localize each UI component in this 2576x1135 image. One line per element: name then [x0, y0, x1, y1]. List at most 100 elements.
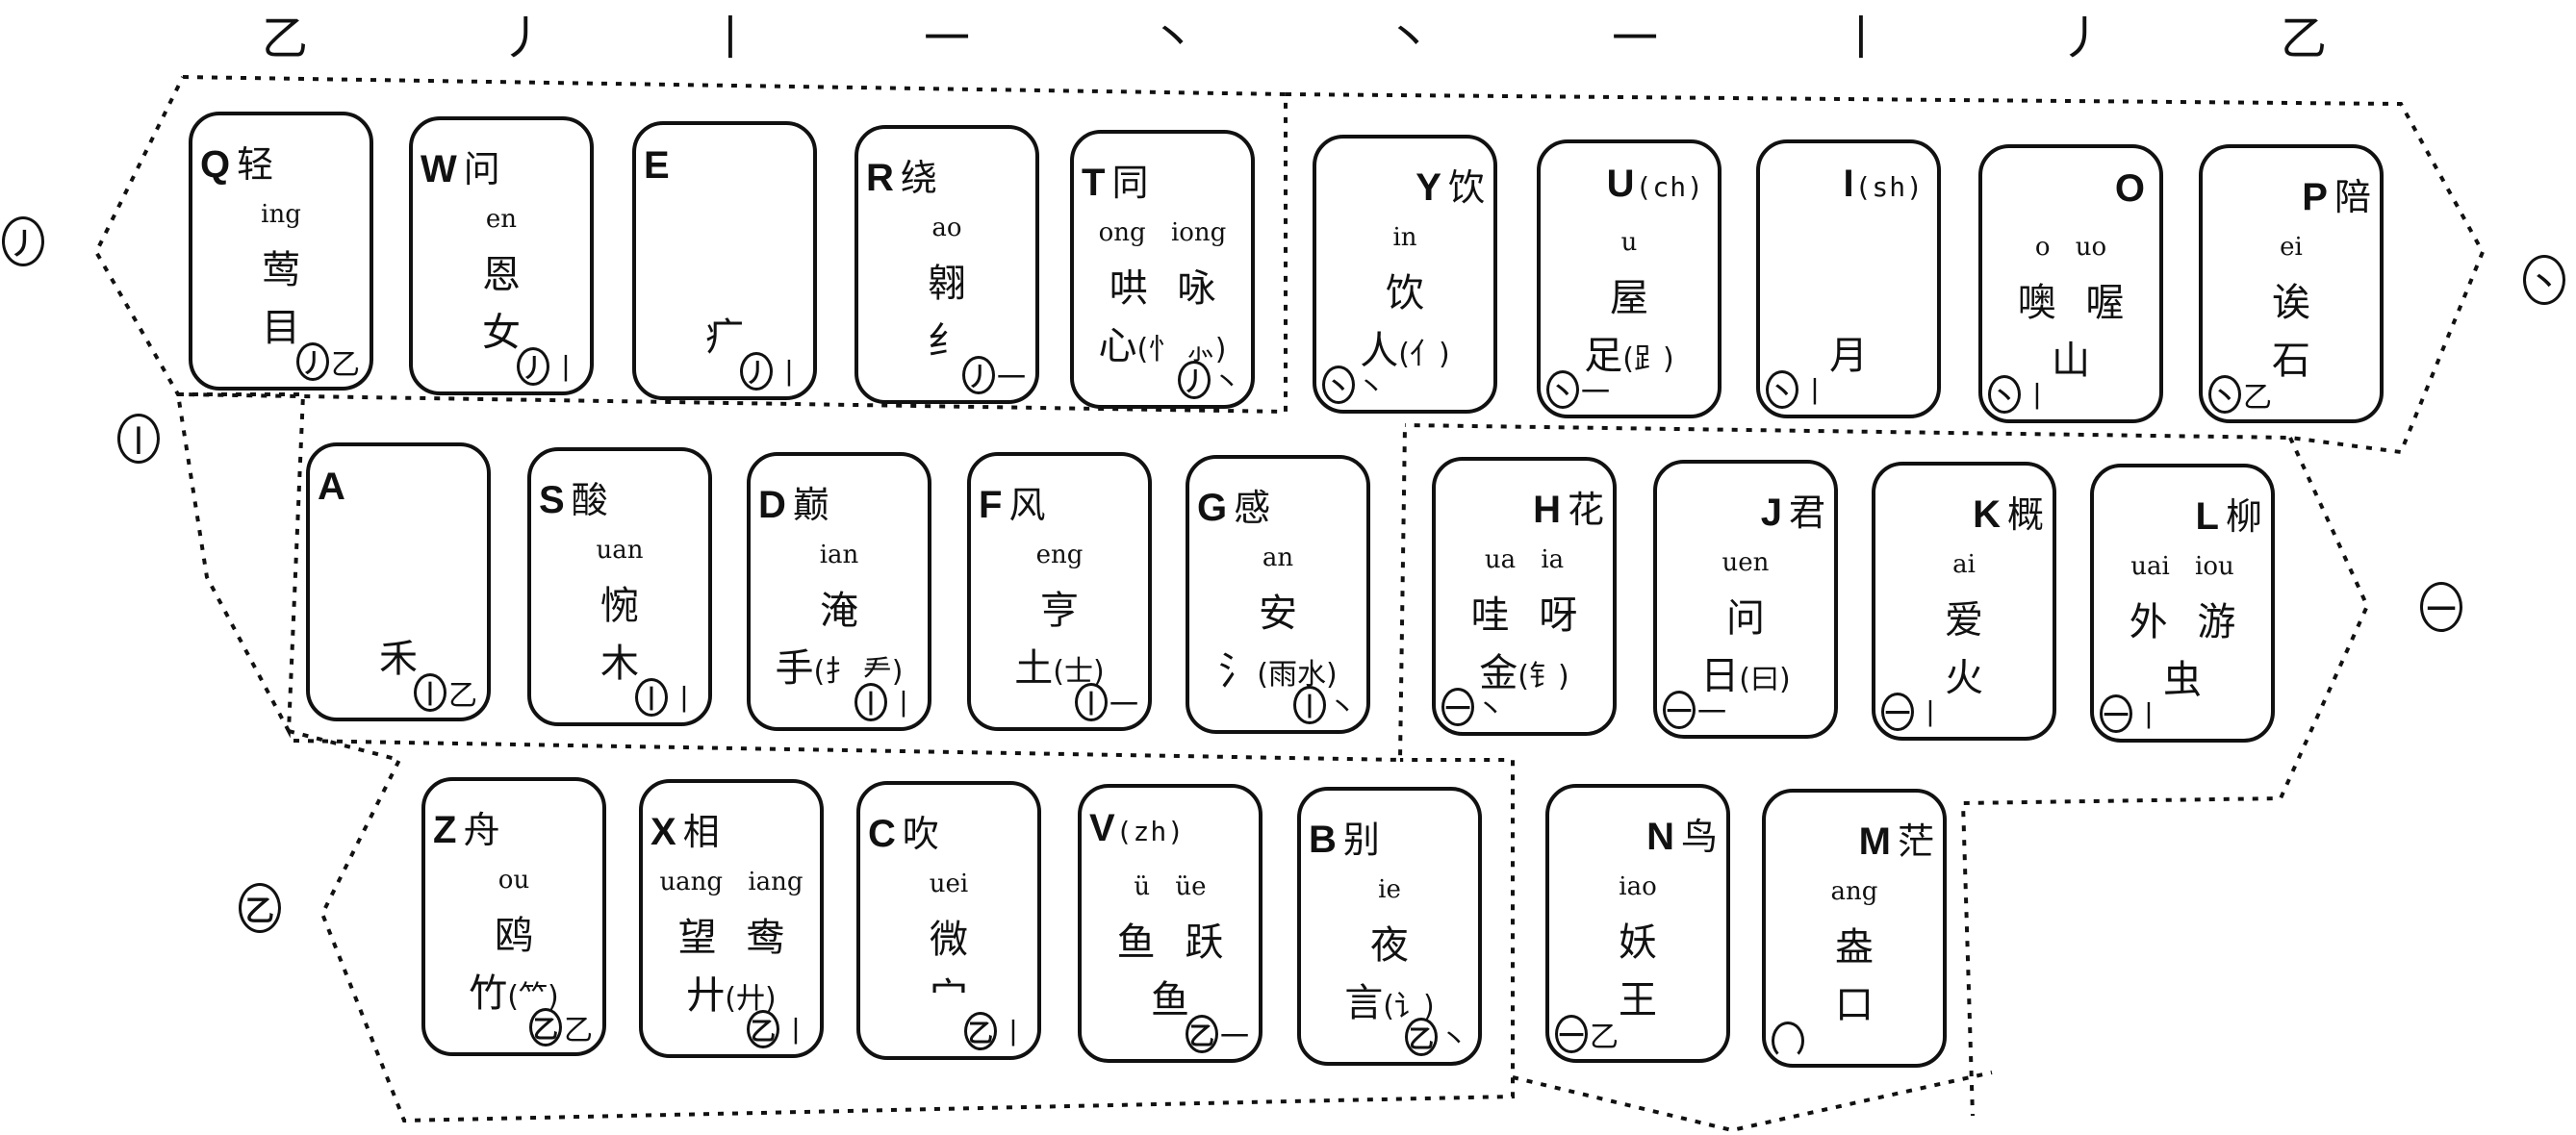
key-letter: V [1089, 807, 1116, 849]
key-radical-main: 竹 [469, 971, 508, 1016]
key-head: Q轻 [200, 135, 274, 188]
key-y[interactable]: Y饮 in 饮 人(亻) 丶丶 [1313, 135, 1497, 414]
shu-region-outline [176, 392, 306, 739]
key-mnemonic-hanzi: 风 [1008, 484, 1047, 526]
key-letter: P [2302, 176, 2329, 218]
key-mnemonic-hanzi: 舟 [463, 809, 501, 851]
key-letter: S [539, 479, 566, 521]
pie-region-label: 丿 [2, 216, 44, 266]
key-second-stroke: 丨 [1800, 376, 1829, 410]
key-stroke-code: 丨乙 [414, 671, 477, 714]
key-radical-main: 禾 [379, 637, 418, 681]
key-finals: u [1620, 228, 1638, 257]
shu-region-symbol: 丨 [124, 425, 153, 459]
key-stroke-code: 丨一 [1075, 681, 1138, 723]
key-l[interactable]: L柳 uai iou 外 游 虫 一丨 [2090, 464, 2275, 743]
stroke-circle-icon: 一 [1881, 693, 1914, 731]
key-letter: F [979, 484, 1004, 526]
key-example-chars: 望 鸯 [677, 916, 785, 960]
key-mnemonic-hanzi: 轻 [237, 143, 275, 186]
key-second-stroke: 丶 [1328, 692, 1357, 725]
key-letter: M [1858, 820, 1892, 863]
key-radical-main: 氵 [1218, 649, 1258, 694]
key-head: U(ch) [1607, 163, 1710, 206]
stroke-circle-icon: 乙 [1405, 1018, 1438, 1056]
key-n[interactable]: N鸟 iao 妖 王 一乙 [1545, 784, 1730, 1063]
key-c[interactable]: C吹 uei 微 宀 乙丨 [856, 781, 1041, 1060]
key-example-chars: 饮 [1386, 271, 1424, 315]
key-t[interactable]: T同 ong iong 哄 咏 心(忄 ⺗) 丿丶 [1070, 130, 1255, 409]
stroke-circle-icon: 丨 [1075, 683, 1108, 721]
key-example-chars: 妖 [1619, 921, 1657, 965]
key-second-stroke: 一 [1697, 696, 1726, 730]
key-d[interactable]: D巅 ian 淹 手(扌 龵) 丨丨 [747, 452, 931, 731]
key-stroke-code [1772, 1022, 1806, 1060]
key-mnemonic-hanzi: 别 [1342, 819, 1381, 861]
key-o[interactable]: O o uo 噢 喔 山 丶丨 [1978, 144, 2163, 423]
key-mnemonic-hanzi: 感 [1234, 487, 1272, 529]
key-j[interactable]: J君 uen 问 日(曰) 一一 [1653, 460, 1838, 739]
key-radical-main: 言 [1344, 981, 1384, 1025]
key-second-stroke: 丨 [889, 689, 918, 722]
key-x[interactable]: X相 uang iang 望 鸯 廾(廾) 乙丨 [639, 779, 824, 1058]
key-mnemonic-hanzi: 鸟 [1680, 816, 1719, 858]
key-stroke-code: 丨丶 [1293, 684, 1357, 726]
key-b[interactable]: B别 ie 夜 言(讠) 乙丶 [1297, 787, 1482, 1066]
key-r[interactable]: R绕 ao 翱 纟 丿一 [854, 125, 1039, 404]
key-head: R绕 [866, 148, 938, 201]
key-radical-main: 山 [2052, 339, 2090, 383]
key-h[interactable]: H花 ua ia 哇 呀 金(钅) 一丶 [1432, 457, 1617, 736]
key-finals: an [1262, 543, 1294, 572]
dian-region-label: 丶 [2523, 255, 2565, 305]
key-e[interactable]: E 疒 丿丨 [632, 121, 817, 400]
key-radical-main: 火 [1945, 656, 1983, 700]
key-f[interactable]: F风 eng 亨 土(士) 丨一 [967, 452, 1152, 731]
key-head: P陪 [2302, 167, 2372, 220]
key-head: K概 [1973, 485, 2045, 538]
key-g[interactable]: G感 an 安 氵(雨水) 丨丶 [1186, 455, 1370, 734]
key-stroke-code: 丶丨 [1766, 368, 1829, 411]
key-example-chars: 诶 [2272, 281, 2310, 325]
key-example-chars: 噢 喔 [2017, 281, 2125, 325]
key-example-chars: 夜 [1370, 923, 1409, 968]
key-second-stroke: 一 [1581, 376, 1610, 410]
key-u[interactable]: U(ch) u 屋 足(⻊) 丶一 [1537, 139, 1722, 418]
key-z[interactable]: Z舟 ou 鸥 竹(⺮) 乙乙 [421, 777, 606, 1056]
key-second-stroke: 乙 [331, 348, 360, 382]
key-example-chars: 翱 [928, 262, 966, 306]
key-q[interactable]: Q轻 ing 莺 目 丿乙 [189, 112, 373, 391]
key-finals: ang [1830, 877, 1878, 906]
key-stroke-code: 丿丨 [740, 350, 803, 392]
key-letter: R [866, 157, 895, 199]
key-head: Z舟 [433, 800, 500, 853]
key-example-chars: 安 [1259, 592, 1297, 636]
key-i[interactable]: I(sh) 月 丶丨 [1756, 139, 1941, 418]
zhe-region-label: 乙 [239, 883, 281, 933]
key-finals: ao [931, 214, 962, 242]
key-w[interactable]: W问 en 恩 女 丿丨 [409, 116, 594, 395]
stroke-circle-icon: 丶 [1546, 370, 1579, 409]
stroke-circle-icon: 丿 [740, 352, 773, 391]
key-example-chars: 哇 呀 [1470, 593, 1578, 638]
key-s[interactable]: S酸 uan 惋 木 丨丨 [527, 447, 712, 726]
key-stroke-code: 丶丨 [1988, 373, 2052, 416]
dian-region-symbol: 丶 [2530, 266, 2559, 300]
key-k[interactable]: K概 ai 爱 火 一丨 [1872, 462, 2056, 741]
key-second-stroke: 一 [1220, 1021, 1249, 1054]
key-stroke-code: 丶丶 [1322, 364, 1386, 406]
key-v[interactable]: V(zh) ü üe 鱼 跃 鱼 乙一 [1078, 784, 1262, 1063]
key-finals: ian [819, 541, 859, 569]
key-second-stroke: 乙 [2243, 381, 2272, 415]
key-p[interactable]: P陪 ei 诶 石 丶乙 [2199, 144, 2384, 423]
key-head: T同 [1082, 153, 1149, 206]
key-mnemonic-hanzi: 巅 [792, 484, 830, 526]
key-a[interactable]: A 禾 丨乙 [306, 442, 491, 721]
key-example-chars: 哄 咏 [1109, 266, 1216, 311]
key-head: S酸 [539, 470, 609, 523]
key-m[interactable]: M茫 ang 盎 口 [1762, 789, 1947, 1068]
key-radical-variants: (亻) [1398, 338, 1450, 371]
key-letter: H [1533, 489, 1562, 531]
key-example-chars: 恩 [482, 253, 521, 297]
key-head: X相 [650, 802, 721, 855]
key-finals: uen [1722, 548, 1770, 577]
